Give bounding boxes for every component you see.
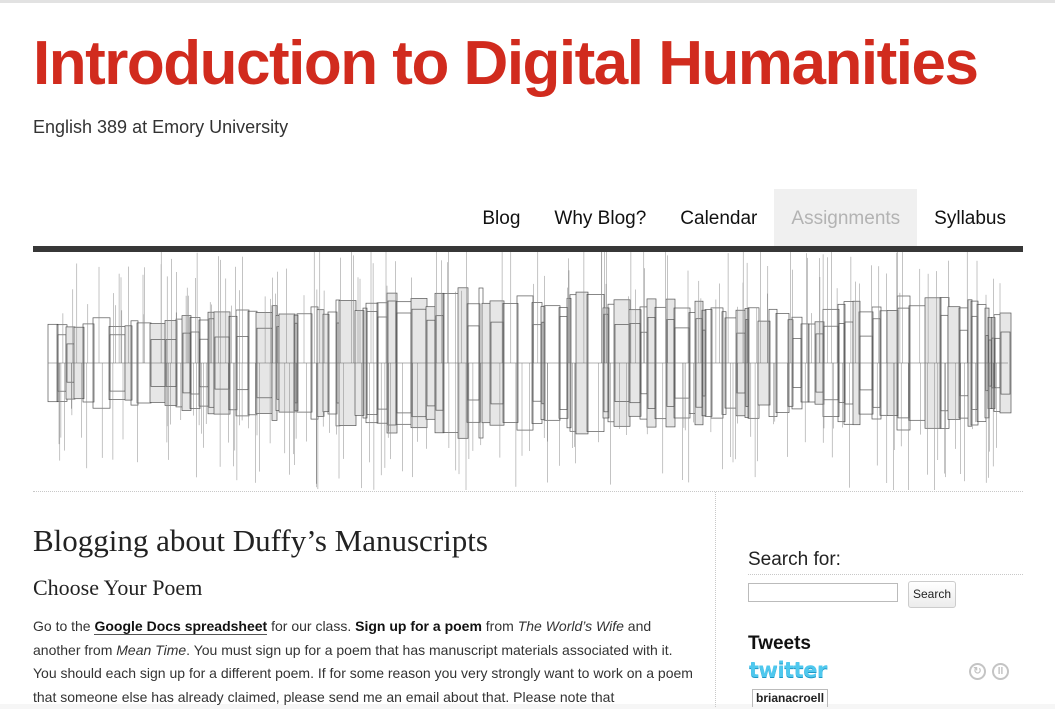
tweet-username[interactable]: brianacroell (752, 689, 829, 707)
spreadsheet-link[interactable]: Google Docs spreadsheet (94, 618, 268, 635)
search-input[interactable] (748, 583, 898, 602)
book-title-worlds-wife: The World’s Wife (517, 618, 624, 634)
signup-emphasis: Sign up for a poem (355, 618, 482, 634)
search-button[interactable]: Search (908, 581, 957, 608)
nav-item-blog[interactable]: Blog (465, 189, 537, 246)
sidebar-divider (715, 492, 716, 707)
text-run: from (481, 618, 518, 634)
main-nav: Blog Why Blog? Calendar Assignments Syll… (465, 189, 1023, 246)
nav-item-assignments[interactable]: Assignments (774, 189, 918, 246)
post-title[interactable]: Blogging about Duffy’s Manuscripts (33, 523, 488, 559)
site-title[interactable]: Introduction to Digital Humanities (33, 33, 979, 95)
tweets-title: Tweets (748, 633, 812, 654)
site-description: English 389 at Emory University (33, 117, 289, 137)
waveform-visualization (47, 233, 1012, 495)
refresh-icon[interactable]: ↻ (969, 663, 986, 680)
twitter-logo[interactable]: twitter (749, 658, 827, 682)
post-paragraph: Go to the Google Docs spreadsheet for ou… (33, 615, 693, 709)
nav-item-why-blog[interactable]: Why Blog? (537, 189, 663, 246)
nav-item-syllabus[interactable]: Syllabus (917, 189, 1023, 246)
search-divider (748, 574, 1023, 575)
header-image (33, 233, 1023, 495)
pause-icon[interactable]: II (992, 663, 1009, 680)
header-divider (33, 491, 1023, 492)
page: Introduction to Digital Humanities Engli… (0, 0, 1055, 707)
post-subtitle: Choose Your Poem (33, 575, 203, 600)
text-run: for our class. (267, 618, 356, 634)
search-label: Search for: (748, 549, 841, 570)
nav-item-calendar[interactable]: Calendar (663, 189, 774, 246)
book-title-mean-time: Mean Time (116, 641, 187, 658)
post-body: Go to the Google Docs spreadsheet for ou… (33, 615, 693, 709)
text-run: Go to the (33, 618, 95, 634)
